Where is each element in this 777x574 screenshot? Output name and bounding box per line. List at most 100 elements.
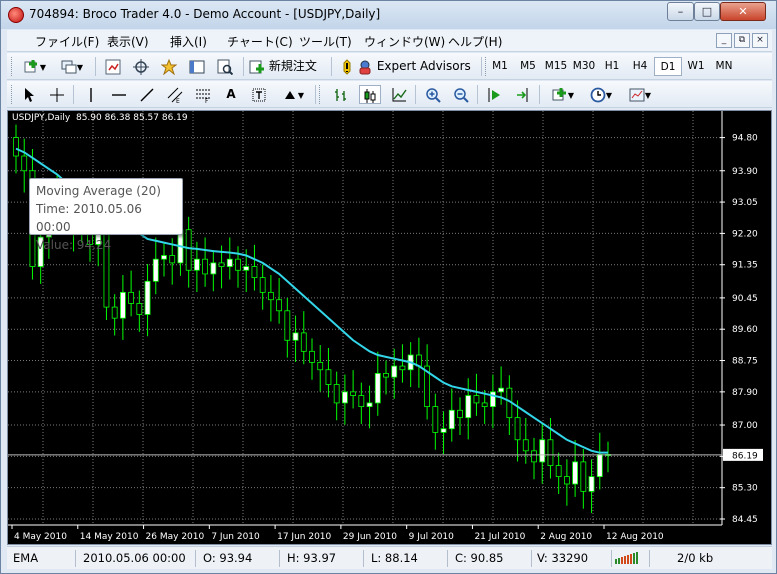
expert-advisors-button[interactable]: Expert Advisors — [357, 57, 475, 76]
menu-view[interactable]: 表示(V) — [107, 33, 149, 50]
periods-clock-icon — [590, 87, 606, 102]
candle-body — [399, 365, 406, 371]
time-tick-label: 12 Aug 2010 — [606, 532, 664, 542]
cursor-icon — [25, 87, 34, 102]
price-tick-label: 89.60 — [732, 325, 758, 335]
autoscroll-button[interactable] — [485, 85, 505, 104]
terminal-button[interactable] — [187, 57, 207, 76]
data-window-button[interactable] — [131, 57, 151, 76]
equidistant-channel-button[interactable]: E — [165, 85, 185, 104]
new-order-button[interactable]: 新規注文 — [249, 57, 327, 76]
candlestick-button[interactable] — [359, 85, 381, 104]
zoom-out-button[interactable] — [451, 85, 471, 104]
candlestick-icon — [364, 88, 376, 103]
window-title: 704894: Broco Trader 4.0 - Demo Account … — [29, 7, 381, 21]
candle-body — [235, 258, 241, 271]
indicators-button[interactable]: ▼ — [547, 85, 579, 104]
menu-insert[interactable]: 挿入(I) — [170, 33, 207, 50]
timeframe-d1-button[interactable]: D1 — [654, 57, 682, 76]
toolbar-separator — [539, 85, 540, 104]
timeframe-m30-button[interactable]: M30 — [570, 57, 598, 76]
price-tick-label: 88.75 — [732, 357, 758, 367]
timeframe-w1-button[interactable]: W1 — [682, 57, 710, 76]
fibonacci-button[interactable]: F — [193, 85, 213, 104]
candle-body — [383, 373, 389, 378]
price-tick-label: 85.30 — [732, 484, 758, 494]
time-tick-label: 17 Jun 2010 — [277, 532, 331, 542]
toolbar-grip[interactable] — [11, 85, 14, 104]
chart-window[interactable]: 94.80 93.90 93.05 92.20 91.35 90.45 89.60 88.75… — [7, 110, 772, 545]
templates-button[interactable]: ▼ — [623, 85, 657, 104]
toolbar-separator — [73, 85, 74, 104]
toolbar-grip[interactable] — [319, 85, 322, 104]
menu-chart[interactable]: チャート(C) — [227, 33, 293, 50]
profiles-icon — [61, 60, 77, 73]
navigator-button[interactable] — [159, 57, 179, 76]
market-watch-button[interactable] — [103, 57, 123, 76]
status-separator — [363, 550, 364, 567]
arrows-button[interactable]: ▼ — [277, 85, 309, 104]
menu-window[interactable]: ウィンドウ(W) — [364, 33, 445, 50]
text-label-button[interactable] — [249, 85, 269, 104]
vertical-line-button[interactable] — [81, 85, 101, 104]
trendline-button[interactable] — [137, 85, 157, 104]
bar-chart-button[interactable] — [331, 85, 351, 104]
zoom-in-button[interactable] — [423, 85, 443, 104]
mdi-close-button[interactable]: × — [752, 33, 768, 48]
timeframe-m15-button[interactable]: M15 — [542, 57, 570, 76]
status-bar: EMA 2010.05.06 00:00 O: 93.94 H: 93.97 L… — [7, 546, 772, 569]
line-chart-button[interactable] — [389, 85, 409, 104]
profiles-button[interactable]: ▼ — [55, 57, 89, 76]
maximize-button[interactable]: □ — [694, 2, 720, 21]
price-chart[interactable]: 94.80 93.90 93.05 92.20 91.35 90.45 89.60 88.75… — [8, 111, 771, 544]
horizontal-line-button[interactable] — [109, 85, 129, 104]
alert-button[interactable] — [337, 57, 357, 76]
candle-body — [136, 303, 143, 315]
candle-body — [350, 391, 357, 396]
terminal-icon — [189, 60, 205, 73]
menu-tools[interactable]: ツール(T) — [299, 33, 352, 50]
time-tick-label: 29 Jun 2010 — [343, 532, 397, 542]
new-chart-button[interactable]: ▼ — [19, 57, 51, 76]
cursor-button[interactable] — [19, 85, 39, 104]
periods-button[interactable]: ▼ — [585, 85, 617, 104]
indicators-icon — [552, 87, 566, 100]
candle-body — [111, 306, 118, 319]
timeframe-mn-button[interactable]: MN — [710, 57, 738, 76]
candle-body — [292, 332, 299, 341]
chart-shift-button[interactable] — [513, 85, 533, 104]
timeframe-h1-button[interactable]: H1 — [598, 57, 626, 76]
close-button[interactable]: ✕ — [720, 2, 766, 21]
candle-body — [169, 255, 176, 264]
mdi-minimize-button[interactable]: _ — [716, 33, 732, 48]
crosshair-button[interactable] — [47, 85, 67, 104]
candle-body — [465, 395, 472, 419]
candle-body — [152, 258, 159, 282]
candle-body — [218, 262, 225, 267]
timeframe-m1-button[interactable]: M1 — [486, 57, 514, 76]
strategy-tester-button[interactable] — [215, 57, 235, 76]
candle-body — [596, 454, 603, 478]
timeframe-h4-button[interactable]: H4 — [626, 57, 654, 76]
price-tick-label: 93.90 — [732, 167, 758, 177]
menu-help[interactable]: ヘルプ(H) — [448, 33, 502, 50]
status-separator — [75, 550, 76, 567]
current-price-label: 86.19 — [732, 451, 758, 461]
candle-body — [481, 402, 488, 408]
candle-body — [300, 332, 307, 352]
minimize-button[interactable]: – — [667, 2, 694, 21]
timeframe-m5-button[interactable]: M5 — [514, 57, 542, 76]
status-volume: V: 33290 — [537, 551, 589, 565]
status-high: H: 93.97 — [287, 551, 337, 565]
mdi-restore-button[interactable]: ⧉ — [734, 33, 750, 48]
menu-file[interactable]: ファイル(F) — [35, 33, 99, 50]
candle-body — [358, 395, 365, 408]
tooltip-value: Value: 94.24 — [36, 238, 112, 252]
candle-body — [457, 409, 463, 419]
title-bar[interactable]: 704894: Broco Trader 4.0 - Demo Account … — [1, 1, 776, 29]
arrows-icon — [284, 90, 295, 99]
candle-body — [161, 255, 167, 260]
toolbar-grip[interactable] — [11, 57, 14, 76]
new-order-icon — [249, 60, 264, 73]
text-button[interactable]: A — [221, 85, 241, 104]
